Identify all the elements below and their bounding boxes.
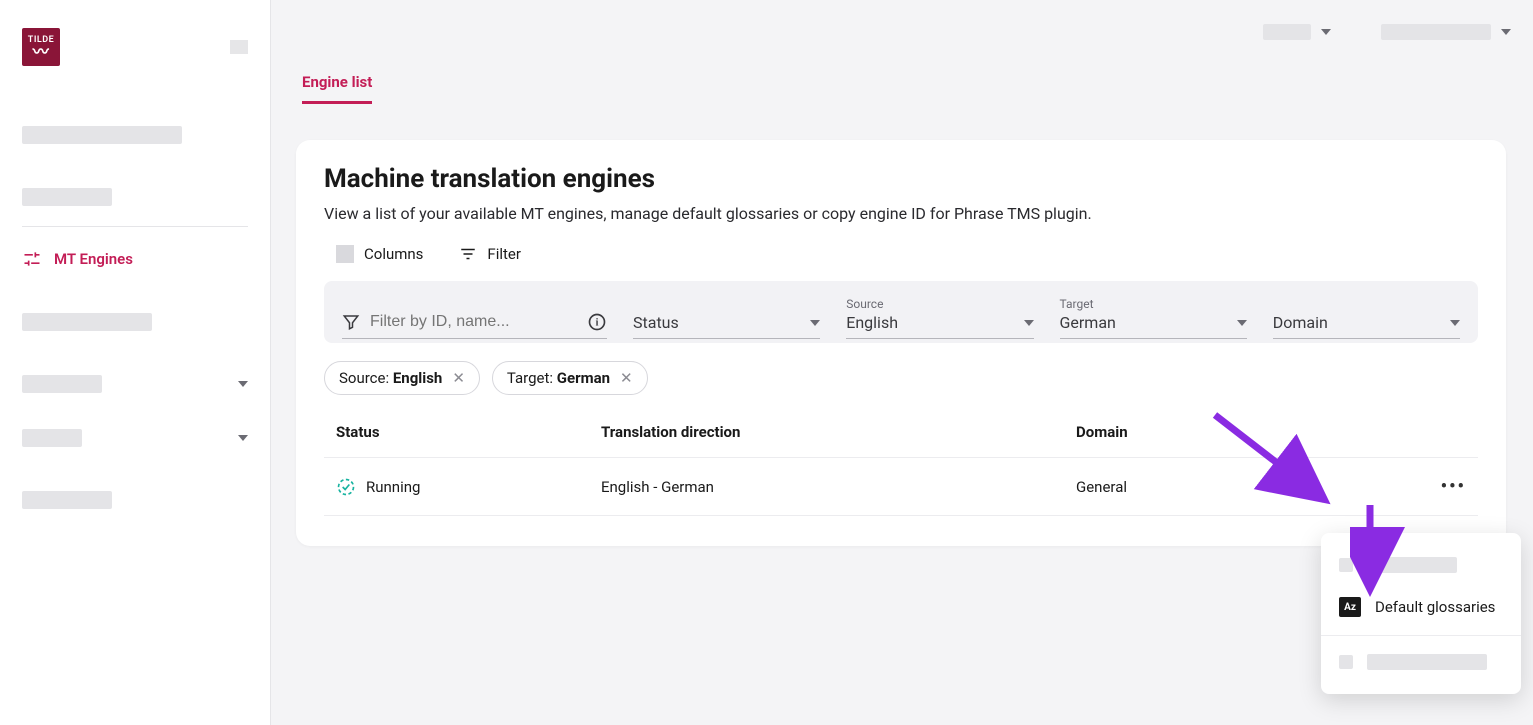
search-input[interactable] <box>370 313 577 331</box>
topbar-dropdown[interactable] <box>1381 24 1511 40</box>
chevron-down-icon <box>238 435 248 441</box>
filter-button[interactable]: Filter <box>459 245 521 263</box>
chevron-down-icon <box>1450 320 1460 326</box>
sidebar-item[interactable] <box>22 178 248 216</box>
close-icon[interactable]: ✕ <box>452 369 465 387</box>
sidebar: TILDE 〰 MT Engines <box>0 0 271 725</box>
sidebar-item-mt-engines[interactable]: MT Engines <box>22 239 248 279</box>
sidebar-item-expandable[interactable] <box>22 419 248 457</box>
table-row: Running English - German General ••• <box>324 458 1478 516</box>
chevron-down-icon <box>810 320 820 326</box>
brand-logo[interactable]: TILDE 〰 <box>22 28 60 66</box>
status-text: Running <box>366 478 420 496</box>
table-toolbar: Columns Filter <box>324 245 1478 263</box>
filter-icon <box>459 245 477 263</box>
sliders-icon <box>22 249 42 269</box>
close-icon[interactable]: ✕ <box>620 369 633 387</box>
filter-panel: i Status Source English Target German <box>324 281 1478 343</box>
page-subtitle: View a list of your available MT engines… <box>324 204 1478 223</box>
filter-status[interactable]: Status <box>633 313 820 339</box>
col-status: Status <box>336 423 601 441</box>
col-direction: Translation direction <box>601 423 1076 441</box>
filter-search[interactable]: i <box>342 312 607 339</box>
topbar-dropdown[interactable] <box>1263 24 1331 40</box>
funnel-icon <box>342 313 360 331</box>
menu-toggle-icon[interactable] <box>230 40 248 54</box>
filter-chips: Source: English ✕ Target: German ✕ <box>324 361 1478 395</box>
svg-text:i: i <box>596 317 599 328</box>
running-status-icon <box>336 477 356 497</box>
filter-target[interactable]: Target German <box>1060 297 1247 339</box>
menu-item-default-glossaries[interactable]: Az Default glossaries <box>1321 585 1521 629</box>
chevron-down-icon <box>1321 29 1331 35</box>
glossary-icon: Az <box>1339 597 1361 617</box>
domain-text: General <box>1076 478 1406 496</box>
sidebar-item-label: MT Engines <box>54 250 133 268</box>
sidebar-item[interactable] <box>22 116 248 154</box>
sidebar-item-expandable[interactable] <box>22 365 248 403</box>
menu-item[interactable] <box>1321 545 1521 585</box>
sidebar-item[interactable] <box>22 303 248 341</box>
chevron-down-icon <box>1024 320 1034 326</box>
row-actions-menu: Az Default glossaries <box>1321 533 1521 694</box>
topbar <box>1263 24 1511 40</box>
chip-target[interactable]: Target: German ✕ <box>492 361 648 395</box>
tabs: Engine list <box>302 72 372 104</box>
col-domain: Domain <box>1076 423 1406 441</box>
menu-item[interactable] <box>1321 642 1521 682</box>
chevron-down-icon <box>1501 29 1511 35</box>
row-actions-button[interactable]: ••• <box>1441 476 1466 497</box>
info-icon[interactable]: i <box>587 312 607 332</box>
chip-source[interactable]: Source: English ✕ <box>324 361 480 395</box>
direction-text: English - German <box>601 478 1076 496</box>
sidebar-item[interactable] <box>22 481 248 519</box>
table-header: Status Translation direction Domain <box>324 405 1478 458</box>
columns-button[interactable]: Columns <box>336 245 423 263</box>
chevron-down-icon <box>238 381 248 387</box>
columns-icon <box>336 245 354 263</box>
page-title: Machine translation engines <box>324 164 1478 194</box>
chevron-down-icon <box>1237 320 1247 326</box>
filter-domain[interactable]: Domain <box>1273 313 1460 339</box>
filter-source[interactable]: Source English <box>846 297 1033 339</box>
main-card: Machine translation engines View a list … <box>296 140 1506 546</box>
tab-engine-list[interactable]: Engine list <box>302 73 372 104</box>
